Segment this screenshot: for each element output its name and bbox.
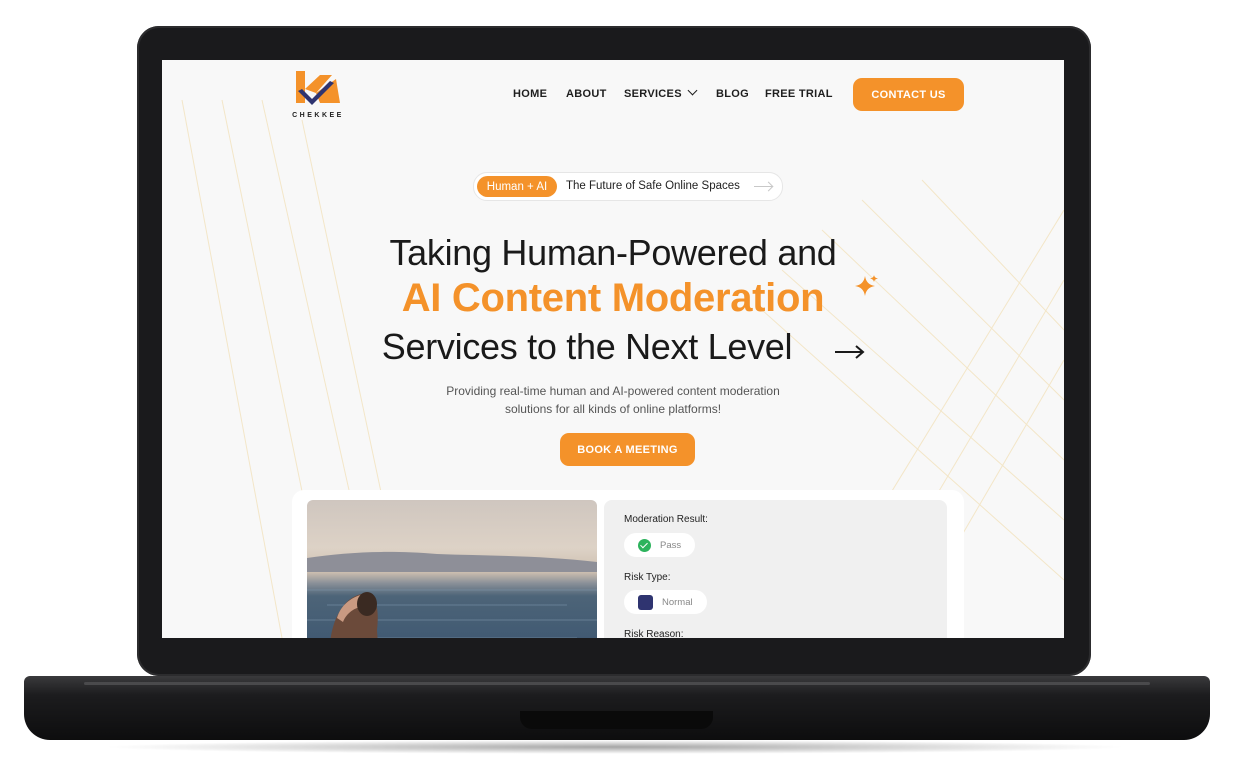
arrow-right-icon bbox=[754, 186, 772, 187]
risk-type-label: Risk Type: bbox=[624, 572, 671, 583]
risk-type-value: Normal bbox=[662, 596, 693, 608]
badge-text: The Future of Safe Online Spaces bbox=[566, 180, 740, 192]
laptop-notch bbox=[520, 711, 713, 729]
headline-line-1: Taking Human-Powered and bbox=[389, 232, 837, 273]
headline-line-3-text: Services to the Next Level bbox=[381, 326, 793, 367]
nav-home[interactable]: HOME bbox=[513, 88, 547, 100]
check-circle-icon bbox=[638, 538, 651, 552]
nav-free-trial[interactable]: FREE TRIAL bbox=[765, 88, 833, 100]
laptop-base bbox=[24, 676, 1210, 740]
risk-type-chip: Normal bbox=[624, 590, 707, 614]
sparkle-icon bbox=[855, 275, 878, 296]
moderation-result-label: Moderation Result: bbox=[624, 514, 708, 525]
moderation-result-value: Pass bbox=[660, 539, 682, 551]
nav-services-label: SERVICES bbox=[624, 88, 682, 100]
hero-subtitle-1: Providing real-time human and AI-powered… bbox=[446, 384, 780, 398]
hero-subtitle-2: solutions for all kinds of online platfo… bbox=[504, 402, 722, 416]
nav-services[interactable]: SERVICES bbox=[624, 85, 698, 100]
nav-about[interactable]: ABOUT bbox=[566, 88, 607, 100]
headline-line-2: AI Content Moderation bbox=[401, 276, 825, 320]
color-swatch-icon bbox=[638, 594, 653, 610]
arrow-right-icon bbox=[835, 345, 865, 359]
logo-wordmark: CHEKKEE bbox=[292, 112, 344, 119]
chevron-down-icon bbox=[687, 85, 698, 96]
moderation-result-chip: Pass bbox=[624, 533, 696, 557]
demo-photo bbox=[307, 500, 597, 638]
contact-us-button[interactable]: CONTACT US bbox=[853, 78, 964, 111]
book-meeting-button[interactable]: BOOK A MEETING bbox=[560, 433, 695, 466]
badge-tag: Human + AI bbox=[477, 176, 557, 197]
screen: CHEKKEE HOME ABOUT SERVICES BLOG FREE TR… bbox=[162, 60, 1064, 638]
nav-blog[interactable]: BLOG bbox=[716, 88, 749, 100]
risk-reason-label: Risk Reason: bbox=[624, 629, 684, 638]
headline-line-3: Services to the Next Level bbox=[162, 326, 1064, 368]
hero-badge[interactable]: Human + AI The Future of Safe Online Spa… bbox=[473, 172, 783, 201]
moderation-panel: Moderation Result: Pass Risk Type: Norma… bbox=[604, 500, 947, 638]
